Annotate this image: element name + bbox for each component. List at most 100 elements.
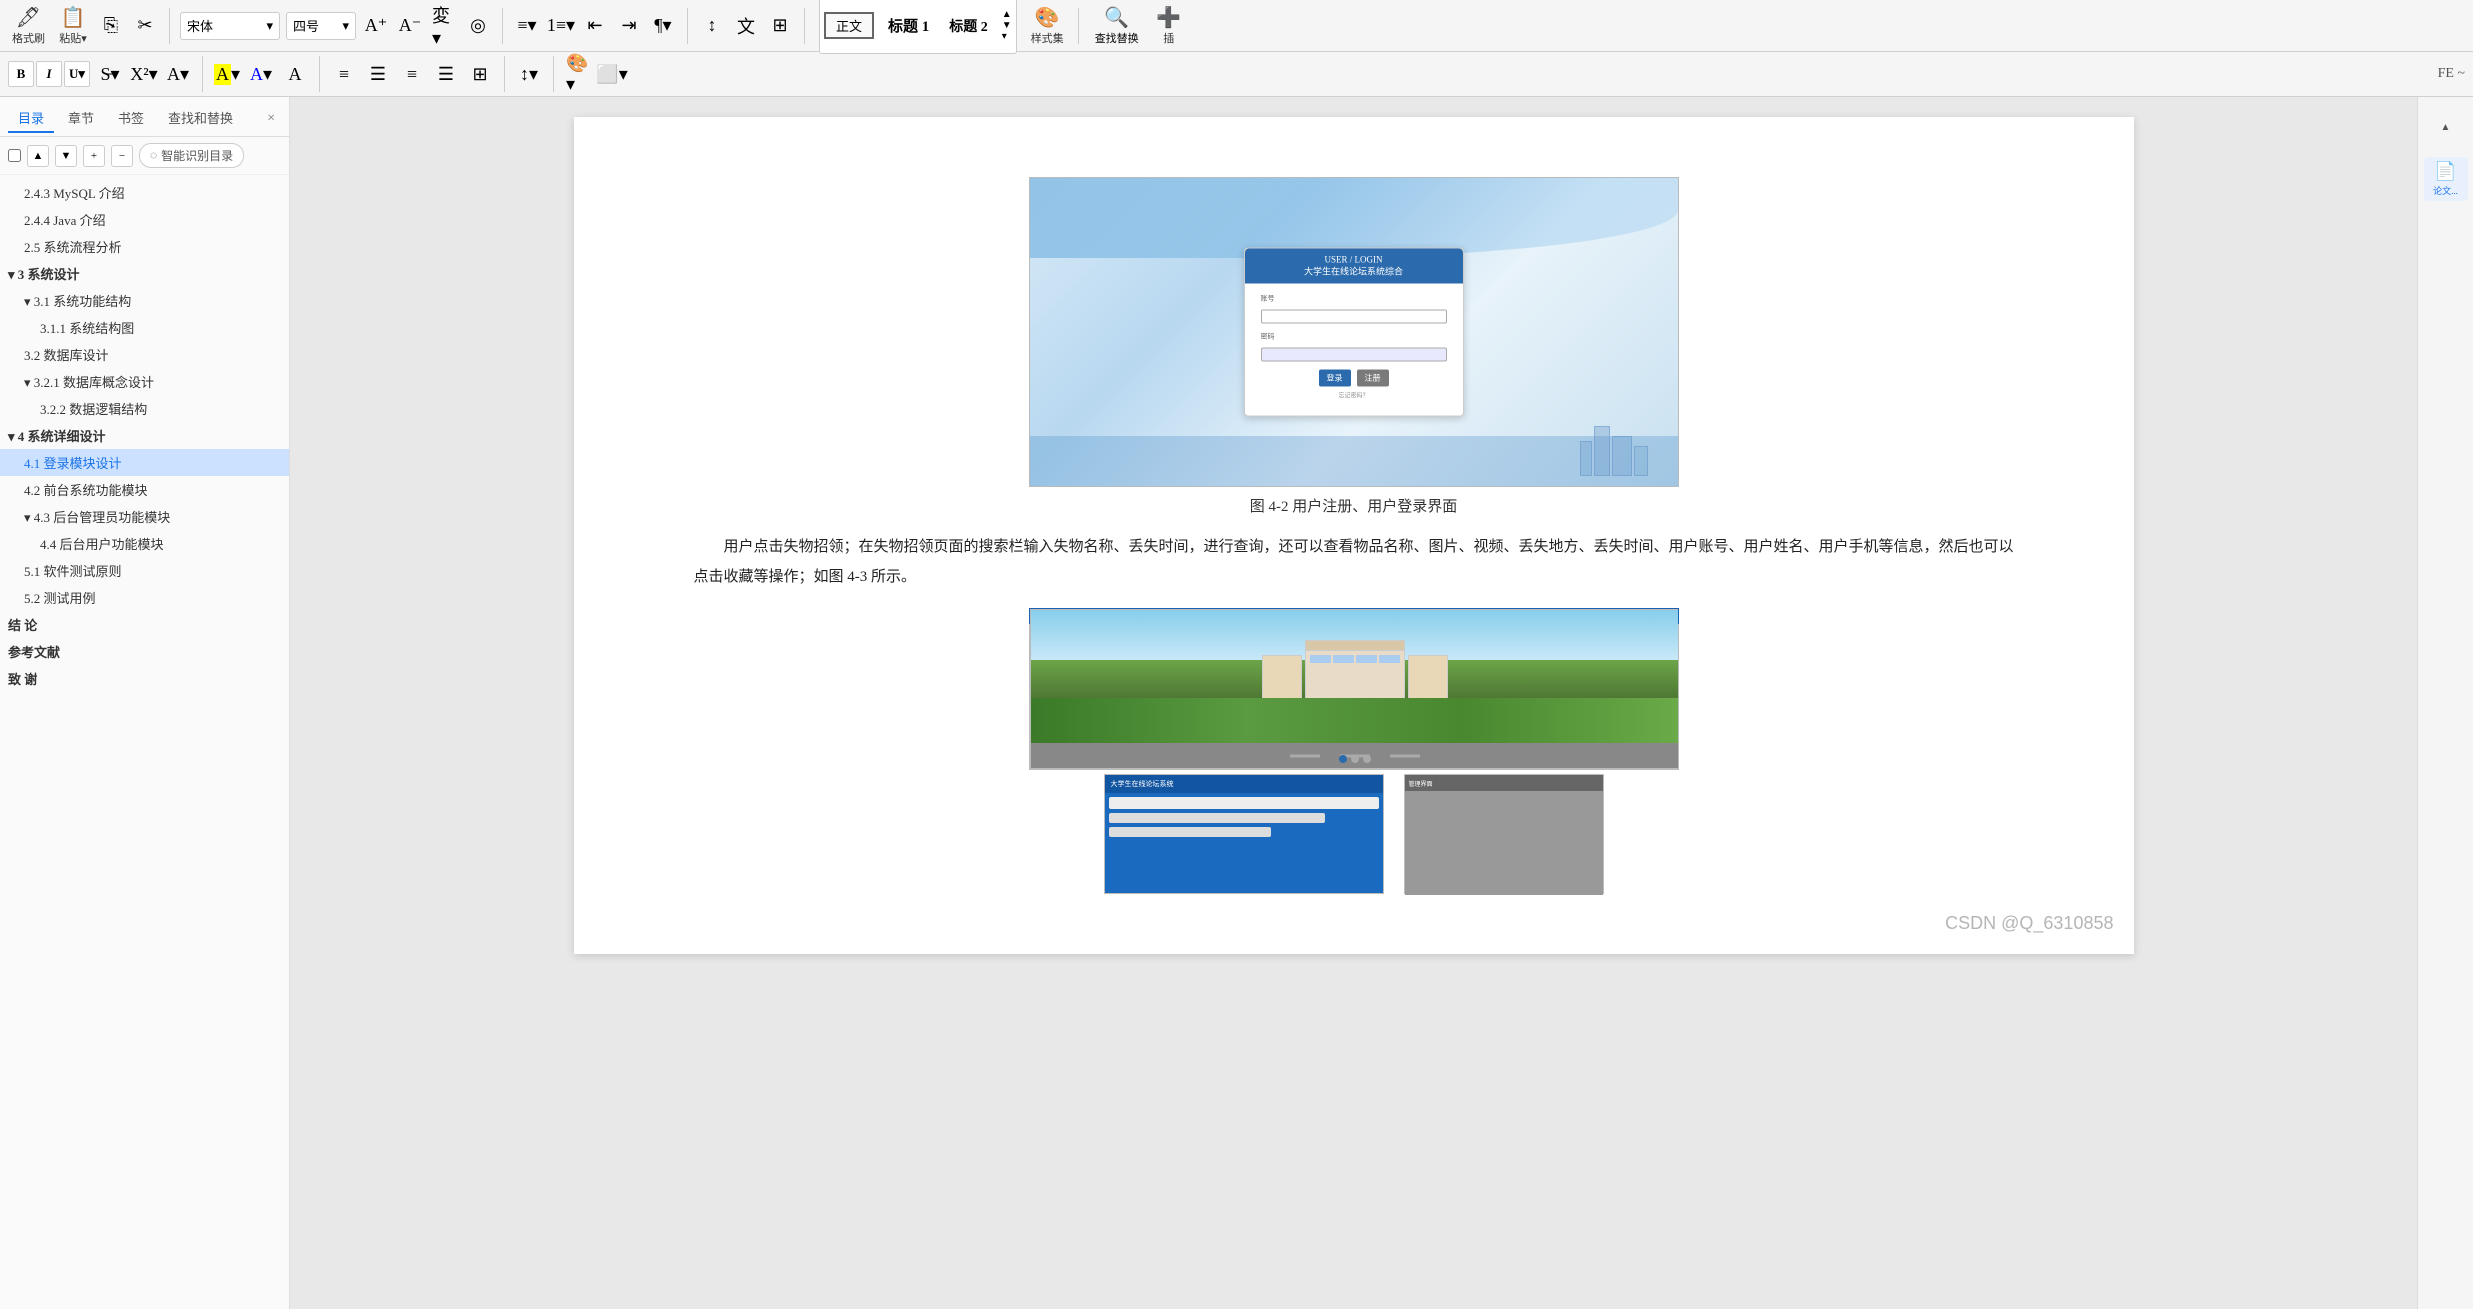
toc-item-44[interactable]: 4.4 后台用户功能模块 <box>0 530 289 557</box>
doc-page: USER / LOGIN 大学生在线论坛系统综合 账号 密码 登录 <box>574 117 2134 954</box>
align-center-button[interactable]: ☰ <box>364 60 392 88</box>
insert-button[interactable]: ➕ 插 <box>1151 4 1187 48</box>
shading-icon: 🎨▾ <box>566 53 590 95</box>
tab-toc[interactable]: 目录 <box>8 104 54 133</box>
ai-label: 智能识别目录 <box>161 147 233 164</box>
cut-button[interactable]: ✂ <box>131 12 159 40</box>
shading-button[interactable]: 🎨▾ <box>564 60 592 88</box>
sidebar-close-button[interactable]: × <box>261 109 281 129</box>
toc-item-32[interactable]: 3.2 数据库设计 <box>0 341 289 368</box>
toc-item-322[interactable]: 3.2.2 数据逻辑结构 <box>0 395 289 422</box>
underline-button[interactable]: U▾ <box>64 61 90 87</box>
nav-up-button[interactable]: ▲ <box>27 145 49 167</box>
para-format-icon: ¶▾ <box>654 15 671 36</box>
toc-item-acknowledgment[interactable]: 致 谢 <box>0 665 289 692</box>
toc-item-41[interactable]: 4.1 登录模块设计 <box>0 449 289 476</box>
font-color-button[interactable]: A▾ <box>164 60 192 88</box>
justify-button[interactable]: ☰ <box>432 60 460 88</box>
login-submit-button[interactable]: 登录 <box>1319 370 1351 387</box>
expand-button[interactable]: + <box>83 145 105 167</box>
font-selector[interactable]: 宋体 ▾ <box>180 12 280 40</box>
toc-item-43[interactable]: ▾ 4.3 后台管理员功能模块 <box>0 503 289 530</box>
paste-button[interactable]: 📋 粘贴▾ <box>55 4 91 48</box>
font-size-selector[interactable]: 四号 ▾ <box>286 12 356 40</box>
style-scroll-up[interactable]: ▲ <box>1002 9 1012 20</box>
style-set-button[interactable]: 🎨 样式集 <box>1027 4 1068 48</box>
font-decrease-button[interactable]: A⁻ <box>396 12 424 40</box>
toc-item-java[interactable]: 2.4.4 Java 介绍 <box>0 206 289 233</box>
toc-item-51[interactable]: 5.1 软件测试原则 <box>0 557 289 584</box>
char-shading-button[interactable]: A <box>281 60 309 88</box>
toc-item-ch4[interactable]: ▾ 4 系统详细设计 <box>0 422 289 449</box>
tab-bookmark[interactable]: 书签 <box>108 104 154 133</box>
insert-label: 插 <box>1163 30 1174 46</box>
toc-item-ch3[interactable]: ▾ 3 系统设计 <box>0 260 289 287</box>
sidebar: 目录 章节 书签 查找和替换 × ▲ ▼ + − ◌ 智能识别目录 2.4.3 … <box>0 97 290 1309</box>
toc-item-311[interactable]: 3.1.1 系统结构图 <box>0 314 289 341</box>
superscript-button[interactable]: X²▾ <box>130 60 158 88</box>
font-change-button[interactable]: 変▾ <box>430 12 458 40</box>
show-all-checkbox[interactable] <box>8 149 21 162</box>
ai-recognize-button[interactable]: ◌ 智能识别目录 <box>139 143 244 168</box>
line-spacing-button[interactable]: ↕▾ <box>515 60 543 88</box>
toc-item-42[interactable]: 4.2 前台系统功能模块 <box>0 476 289 503</box>
toc-item-references[interactable]: 参考文献 <box>0 638 289 665</box>
content-bar <box>1109 813 1325 823</box>
chinese-button[interactable]: 文 <box>732 12 760 40</box>
font-color-icon: A▾ <box>167 64 189 85</box>
separator2 <box>502 8 503 44</box>
doc-panel-button[interactable]: 📄 论文... <box>2424 157 2468 201</box>
style-normal[interactable]: 正文 <box>824 12 874 39</box>
toc-item-52[interactable]: 5.2 测试用例 <box>0 584 289 611</box>
password-input[interactable] <box>1261 347 1447 361</box>
strikethrough-button[interactable]: S̶▾ <box>96 60 124 88</box>
para-format-button[interactable]: ¶▾ <box>649 12 677 40</box>
tab-find-replace[interactable]: 查找和替换 <box>158 104 243 133</box>
sort-button[interactable]: ↕ <box>698 12 726 40</box>
style-scroll-down[interactable]: ▼ <box>1002 20 1012 31</box>
style-h2[interactable]: 标题 2 <box>939 14 998 38</box>
numbering-button[interactable]: 1≡▾ <box>547 12 575 40</box>
scroll-up-button[interactable]: ▲ <box>2424 105 2468 149</box>
highlight-button[interactable]: A▾ <box>213 60 241 88</box>
nav-down-button[interactable]: ▼ <box>55 145 77 167</box>
list-button[interactable]: ≡▾ <box>513 12 541 40</box>
style-set-icon: 🎨 <box>1035 6 1060 30</box>
format-paste-button[interactable]: 🖋 格式刷 <box>8 4 49 48</box>
indent-button[interactable]: ⇥ <box>615 12 643 40</box>
outdent-button[interactable]: ⇤ <box>581 12 609 40</box>
style-h1[interactable]: 标题 1 <box>878 13 939 38</box>
distribute-button[interactable]: ⊞ <box>466 60 494 88</box>
collapse-button[interactable]: − <box>111 145 133 167</box>
align-right-button[interactable]: ≡ <box>398 60 426 88</box>
align-left-button[interactable]: ≡ <box>330 60 358 88</box>
style-expand[interactable]: ▾ <box>1002 31 1012 42</box>
login-register-button[interactable]: 注册 <box>1357 370 1389 387</box>
find-replace-button[interactable]: 🔍 查找替换 <box>1089 3 1145 48</box>
toc-item-31[interactable]: ▾ 3.1 系统功能结构 <box>0 287 289 314</box>
insert-icon: ➕ <box>1156 6 1181 30</box>
toc-item-321[interactable]: ▾ 3.2.1 数据库概念设计 <box>0 368 289 395</box>
separator8 <box>504 56 505 92</box>
distribute-icon: ⊞ <box>472 64 487 85</box>
toolbar-row2: B I U▾ S̶▾ X²▾ A▾ A▾ A▾ A ≡ <box>0 52 2473 96</box>
font-size: 四号 <box>293 16 319 35</box>
clear-format-button[interactable]: ◎ <box>464 12 492 40</box>
table-button[interactable]: ⊞ <box>766 12 794 40</box>
toc-item-mysql[interactable]: 2.4.3 MySQL 介绍 <box>0 179 289 206</box>
text-color-button[interactable]: A▾ <box>247 60 275 88</box>
toc-item-flow[interactable]: 2.5 系统流程分析 <box>0 233 289 260</box>
bold-button[interactable]: B <box>8 61 34 87</box>
border-button[interactable]: ⬜▾ <box>598 60 626 88</box>
copy-button[interactable]: ⎘ <box>97 12 125 40</box>
login-footer: 忘记密码？ <box>1261 391 1447 400</box>
username-input[interactable] <box>1261 309 1447 323</box>
window <box>1333 655 1354 663</box>
toc-item-conclusion[interactable]: 结 论 <box>0 611 289 638</box>
underline-label: U <box>69 66 78 82</box>
copy-icon: ⎘ <box>104 15 118 36</box>
blue-header-text: 大学生在线论坛系统 <box>1111 779 1174 789</box>
font-increase-button[interactable]: A⁺ <box>362 12 390 40</box>
italic-button[interactable]: I <box>36 61 62 87</box>
tab-chapter[interactable]: 章节 <box>58 104 104 133</box>
